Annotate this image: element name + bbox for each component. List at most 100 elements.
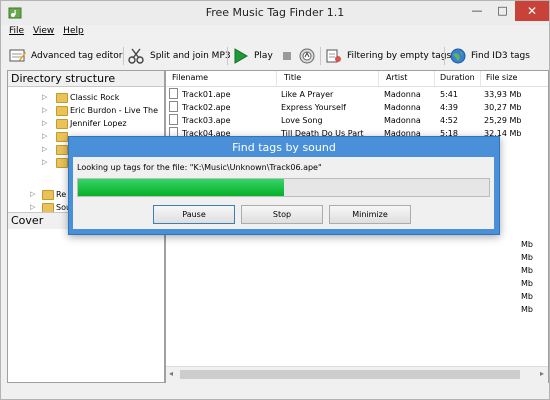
folder-icon [56,119,68,129]
column-divider[interactable] [378,71,379,86]
folder-icon [56,132,68,142]
column-divider[interactable] [276,71,277,86]
split-join-button[interactable]: Split and join MP3 [128,46,231,66]
dialog-title: Find tags by sound [232,141,336,154]
file-icon [169,101,178,112]
table-row[interactable]: Mb [166,290,548,303]
column-header-row: Filename Title Artist Duration File size [166,71,548,87]
cell-filesize-unit: Mb [521,266,533,275]
cell-title: Love Song [281,116,323,125]
folder-icon [56,106,68,116]
column-header-artist[interactable]: Artist [386,73,407,82]
find-id3-tags-label: Find ID3 tags [471,51,530,61]
tree-item-label: Jennifer Lopez [70,119,127,128]
play-label: Play [254,51,273,61]
expand-arrow-icon[interactable]: ▷ [30,188,35,201]
toolbar-separator [320,47,321,65]
column-header-filename[interactable]: Filename [172,73,208,82]
cell-title: Like A Prayer [281,90,334,99]
minimize-dialog-button[interactable]: Minimize [329,205,411,224]
filtering-empty-tags-label: Filtering by empty tags [347,51,452,61]
column-divider[interactable] [480,71,481,86]
stop-icon [283,52,291,60]
scroll-right-icon[interactable]: ▸ [540,369,544,378]
dialog-message: Looking up tags for the file: "K:\Music\… [77,163,322,172]
cell-filesize-unit: Mb [521,240,533,249]
expand-arrow-icon[interactable]: ▷ [42,117,47,130]
find-tags-dialog: Find tags by sound Looking up tags for t… [68,136,500,235]
menu-bar: File View Help [9,26,90,42]
expand-arrow-icon[interactable]: ▷ [42,143,47,156]
folder-icon [42,190,54,200]
filter-icon [326,49,341,63]
globe-icon [450,48,466,64]
progress-fill [78,179,284,196]
tag-editor-icon [9,49,26,62]
cell-artist: Madonna [384,90,421,99]
progress-bar [77,178,490,197]
table-row[interactable]: Track02.ape Express Yourself Madonna 4:3… [166,101,548,114]
scroll-left-icon[interactable]: ◂ [169,369,173,378]
expand-arrow-icon[interactable]: ▷ [42,156,47,169]
cell-duration: 4:52 [440,116,458,125]
cell-filename: Track02.ape [182,103,231,112]
column-divider[interactable] [434,71,435,86]
cell-filename: Track01.ape [182,90,231,99]
title-bar: Free Music Tag Finder 1.1 — □ ✕ [1,1,549,25]
menu-view[interactable]: View [33,26,54,36]
toolbar: Advanced tag editor Split and join MP3 P… [7,44,547,68]
cell-filesize-unit: Mb [521,253,533,262]
cell-filesize-unit: Mb [521,305,533,314]
table-row[interactable]: Track01.ape Like A Prayer Madonna 5:41 3… [166,88,548,101]
cell-artist: Madonna [384,103,421,112]
table-row[interactable]: Mb [166,238,548,251]
split-join-label: Split and join MP3 [150,51,231,61]
cell-duration: 5:41 [440,90,458,99]
disc-icon [299,48,315,64]
filtering-empty-tags-button[interactable]: Filtering by empty tags [325,46,451,66]
expand-arrow-icon[interactable]: ▷ [42,104,47,117]
tree-item[interactable]: ▷ Classic Rock [8,91,164,104]
tree-item-label: Classic Rock [70,93,120,102]
sound-search-button[interactable] [298,46,316,66]
cell-filesize-unit: Mb [521,279,533,288]
pause-button[interactable]: Pause [153,205,235,224]
file-icon [169,88,178,99]
scissors-icon [128,48,144,64]
cell-title: Express Yourself [281,103,346,112]
find-id3-tags-button[interactable]: Find ID3 tags [449,46,539,66]
status-bar [1,384,549,399]
table-row[interactable]: Mb [166,264,548,277]
minimize-button[interactable]: — [464,1,490,21]
column-header-filesize[interactable]: File size [486,73,517,82]
tree-item[interactable]: ▷ Eric Burdon - Live The [8,104,164,117]
play-button[interactable]: Play [232,46,278,66]
advanced-tag-editor-button[interactable]: Advanced tag editor [9,46,123,66]
tree-item[interactable]: ▷ Jennifer Lopez [8,117,164,130]
table-row[interactable]: Track03.ape Love Song Madonna 4:52 25,29… [166,114,548,127]
play-icon [234,48,248,64]
cell-filesize: 30,27 Mb [484,103,522,112]
menu-help[interactable]: Help [63,26,84,36]
stop-button[interactable]: Stop [241,205,323,224]
close-button[interactable]: ✕ [515,1,549,21]
cell-filesize: 25,29 Mb [484,116,522,125]
table-row[interactable]: Mb [166,251,548,264]
toolbar-separator [227,47,228,65]
folder-icon [56,93,68,103]
expand-arrow-icon[interactable]: ▷ [42,130,47,143]
maximize-button[interactable]: □ [490,1,515,21]
table-row[interactable]: Mb [166,277,548,290]
expand-arrow-icon[interactable]: ▷ [42,91,47,104]
stop-playback-button[interactable] [280,46,294,66]
file-icon [169,114,178,125]
advanced-tag-editor-label: Advanced tag editor [31,51,123,61]
toolbar-separator [444,47,445,65]
table-row[interactable]: Mb [166,303,548,316]
column-header-duration[interactable]: Duration [440,73,475,82]
horizontal-scrollbar[interactable]: ◂ ▸ [166,366,548,383]
dialog-body: Looking up tags for the file: "K:\Music\… [73,157,494,229]
menu-file[interactable]: File [9,26,24,36]
column-header-title[interactable]: Title [284,73,301,82]
scrollbar-thumb[interactable] [180,370,520,379]
